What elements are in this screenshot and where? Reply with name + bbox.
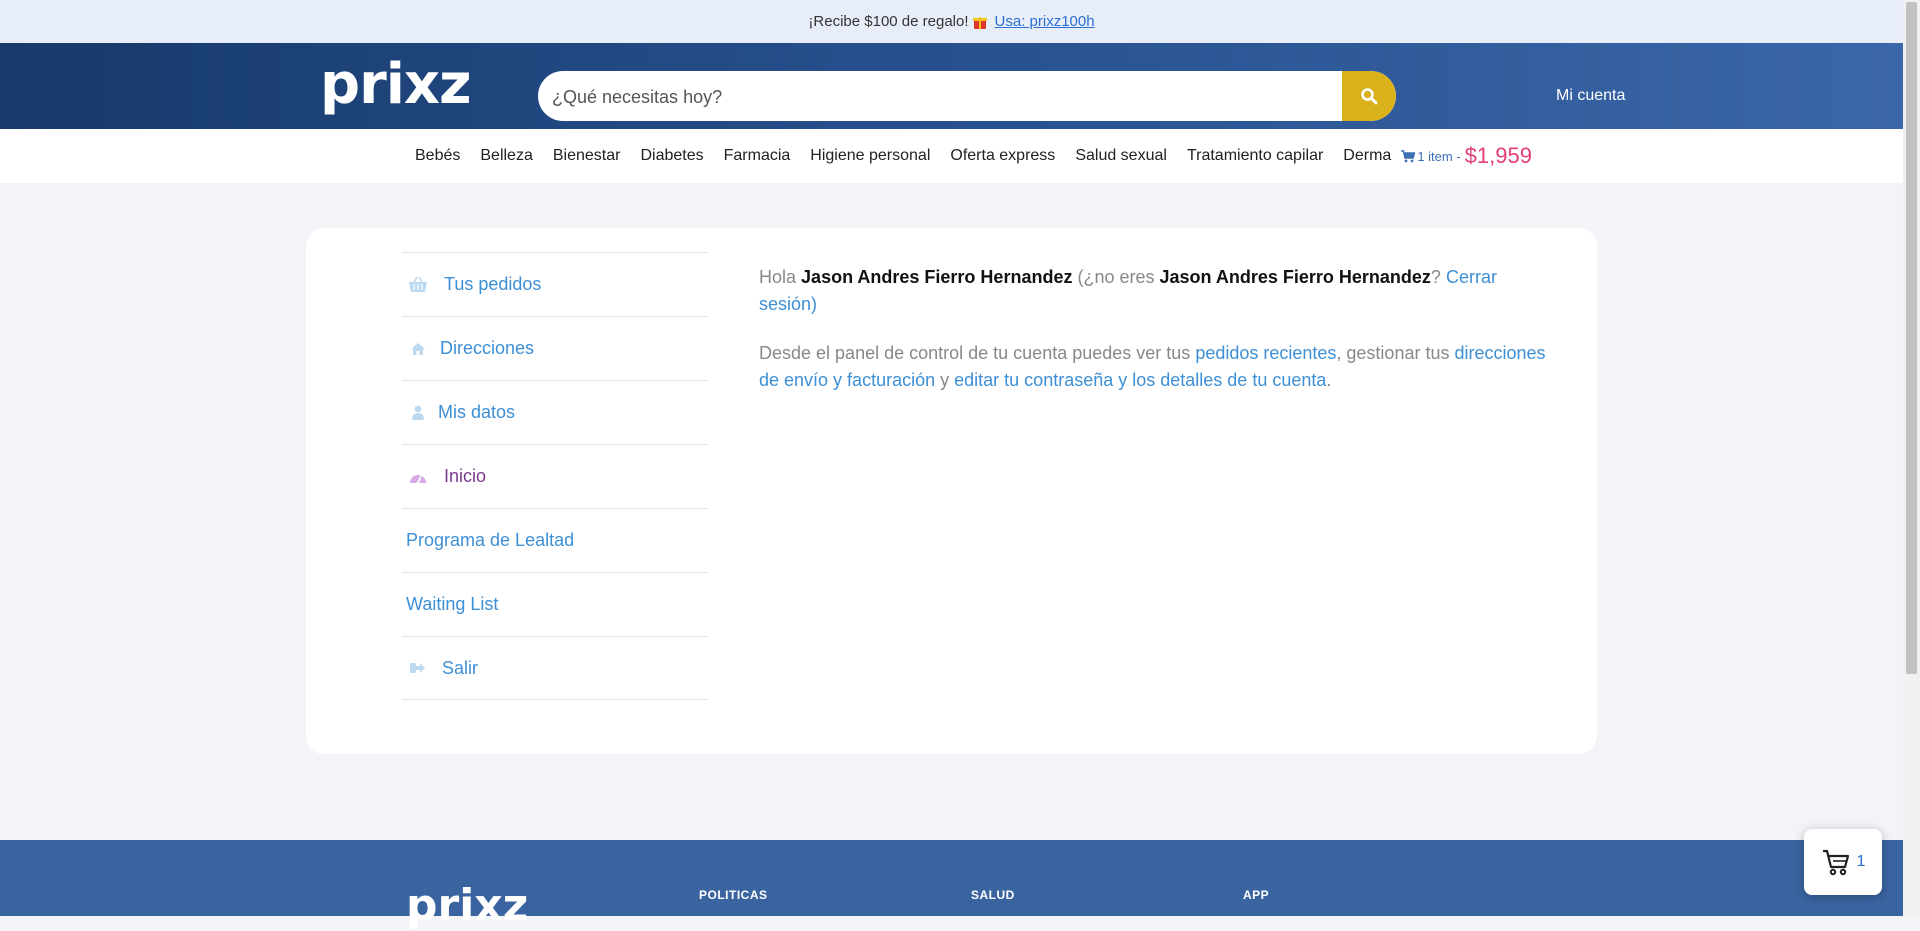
footer-heading-salud: SALUD: [971, 888, 1015, 902]
home-icon: [406, 342, 430, 356]
shopping-cart-icon: [1822, 849, 1849, 876]
menu-item-addresses[interactable]: Direcciones: [402, 316, 708, 380]
account-menu: Tus pedidos Direcciones Mis datos Inicio…: [402, 252, 708, 700]
logo-text: prixz: [320, 52, 472, 117]
desc-text: Desde el panel de control de tu cuenta p…: [759, 343, 1191, 363]
site-footer: prixz POLITICAS SALUD APP: [0, 840, 1903, 928]
prixz-logo[interactable]: prixz: [320, 52, 472, 117]
search-icon: [1361, 88, 1378, 105]
menu-item-loyalty[interactable]: Programa de Lealtad: [402, 508, 708, 572]
menu-item-home[interactable]: Inicio: [402, 444, 708, 508]
menu-item-logout[interactable]: Salir: [402, 636, 708, 700]
account-card: Tus pedidos Direcciones Mis datos Inicio…: [306, 228, 1597, 754]
cart-icon: [1401, 149, 1416, 162]
user-icon: [406, 405, 430, 420]
category-salud-sexual[interactable]: Salud sexual: [1075, 147, 1167, 165]
promo-code-link[interactable]: Usa: prixz100h: [995, 13, 1095, 30]
logout-icon: [406, 662, 430, 674]
menu-item-label: Tus pedidos: [444, 274, 542, 294]
search-input[interactable]: [550, 71, 1334, 121]
recent-orders-link[interactable]: pedidos recientes: [1195, 343, 1336, 363]
gift-icon: [972, 15, 987, 29]
desc-text: , gestionar tus: [1336, 343, 1450, 363]
category-belleza[interactable]: Belleza: [480, 147, 532, 165]
promo-bar: ¡Recibe $100 de regalo! Usa: prixz100h: [0, 0, 1903, 43]
not-you-name: Jason Andres Fierro Hernandez: [1159, 267, 1431, 287]
my-account-link[interactable]: Mi cuenta: [1556, 87, 1625, 105]
menu-item-waiting-list[interactable]: Waiting List: [402, 572, 708, 636]
menu-item-label: Programa de Lealtad: [406, 530, 575, 550]
basket-icon: [406, 276, 430, 293]
category-higiene-personal[interactable]: Higiene personal: [810, 147, 930, 165]
footer-heading-politicas: POLITICAS: [699, 888, 768, 902]
menu-item-label: Waiting List: [406, 594, 499, 614]
site-header: prixz Mi cuenta: [0, 43, 1903, 129]
promo-text: ¡Recibe $100 de regalo!: [808, 13, 969, 30]
search-bar: [538, 71, 1396, 121]
footer-heading-app: APP: [1243, 888, 1270, 902]
footer-logo[interactable]: prixz: [406, 884, 528, 928]
category-diabetes[interactable]: Diabetes: [640, 147, 703, 165]
welcome-panel: Hola Jason Andres Fierro Hernandez (¿no …: [759, 264, 1549, 416]
mini-cart-items: 1 item -: [1417, 148, 1461, 164]
greeting-hola: Hola: [759, 267, 797, 287]
question-mark: ?: [1430, 267, 1441, 287]
dashboard-description: Desde el panel de control de tu cuenta p…: [759, 340, 1549, 394]
scrollbar-thumb[interactable]: [1906, 2, 1917, 674]
dashboard-icon: [406, 470, 430, 484]
menu-item-label: Mis datos: [438, 402, 516, 422]
cart-count: 1: [1856, 853, 1866, 870]
mini-cart-price: $1,959: [1464, 143, 1532, 168]
edit-account-link[interactable]: editar tu contraseña y los detalles de t…: [954, 370, 1326, 390]
greeting: Hola Jason Andres Fierro Hernandez (¿no …: [759, 264, 1549, 318]
desc-text: y: [940, 370, 950, 390]
search-button[interactable]: [1342, 71, 1396, 121]
category-bienestar[interactable]: Bienestar: [553, 147, 621, 165]
category-nav: Bebés Belleza Bienestar Diabetes Farmaci…: [0, 129, 1903, 183]
menu-item-label: Inicio: [444, 466, 487, 486]
user-name: Jason Andres Fierro Hernandez: [801, 267, 1073, 287]
category-bebes[interactable]: Bebés: [415, 147, 460, 165]
menu-item-label: Salir: [442, 657, 479, 678]
category-derma[interactable]: Derma: [1343, 147, 1391, 165]
desc-text: .: [1326, 370, 1332, 390]
floating-cart-button[interactable]: 1: [1804, 829, 1882, 895]
menu-item-label: Direcciones: [440, 338, 535, 358]
category-oferta-express[interactable]: Oferta express: [950, 147, 1055, 165]
category-farmacia[interactable]: Farmacia: [724, 147, 791, 165]
category-tratamiento-capilar[interactable]: Tratamiento capilar: [1187, 147, 1323, 165]
page-scrollbar[interactable]: [1903, 0, 1920, 916]
menu-item-orders[interactable]: Tus pedidos: [402, 252, 708, 316]
not-you-prefix: (¿no eres: [1077, 267, 1155, 287]
mini-cart-link[interactable]: 1 item - $1,959: [1401, 143, 1532, 169]
menu-item-my-data[interactable]: Mis datos: [402, 380, 708, 444]
